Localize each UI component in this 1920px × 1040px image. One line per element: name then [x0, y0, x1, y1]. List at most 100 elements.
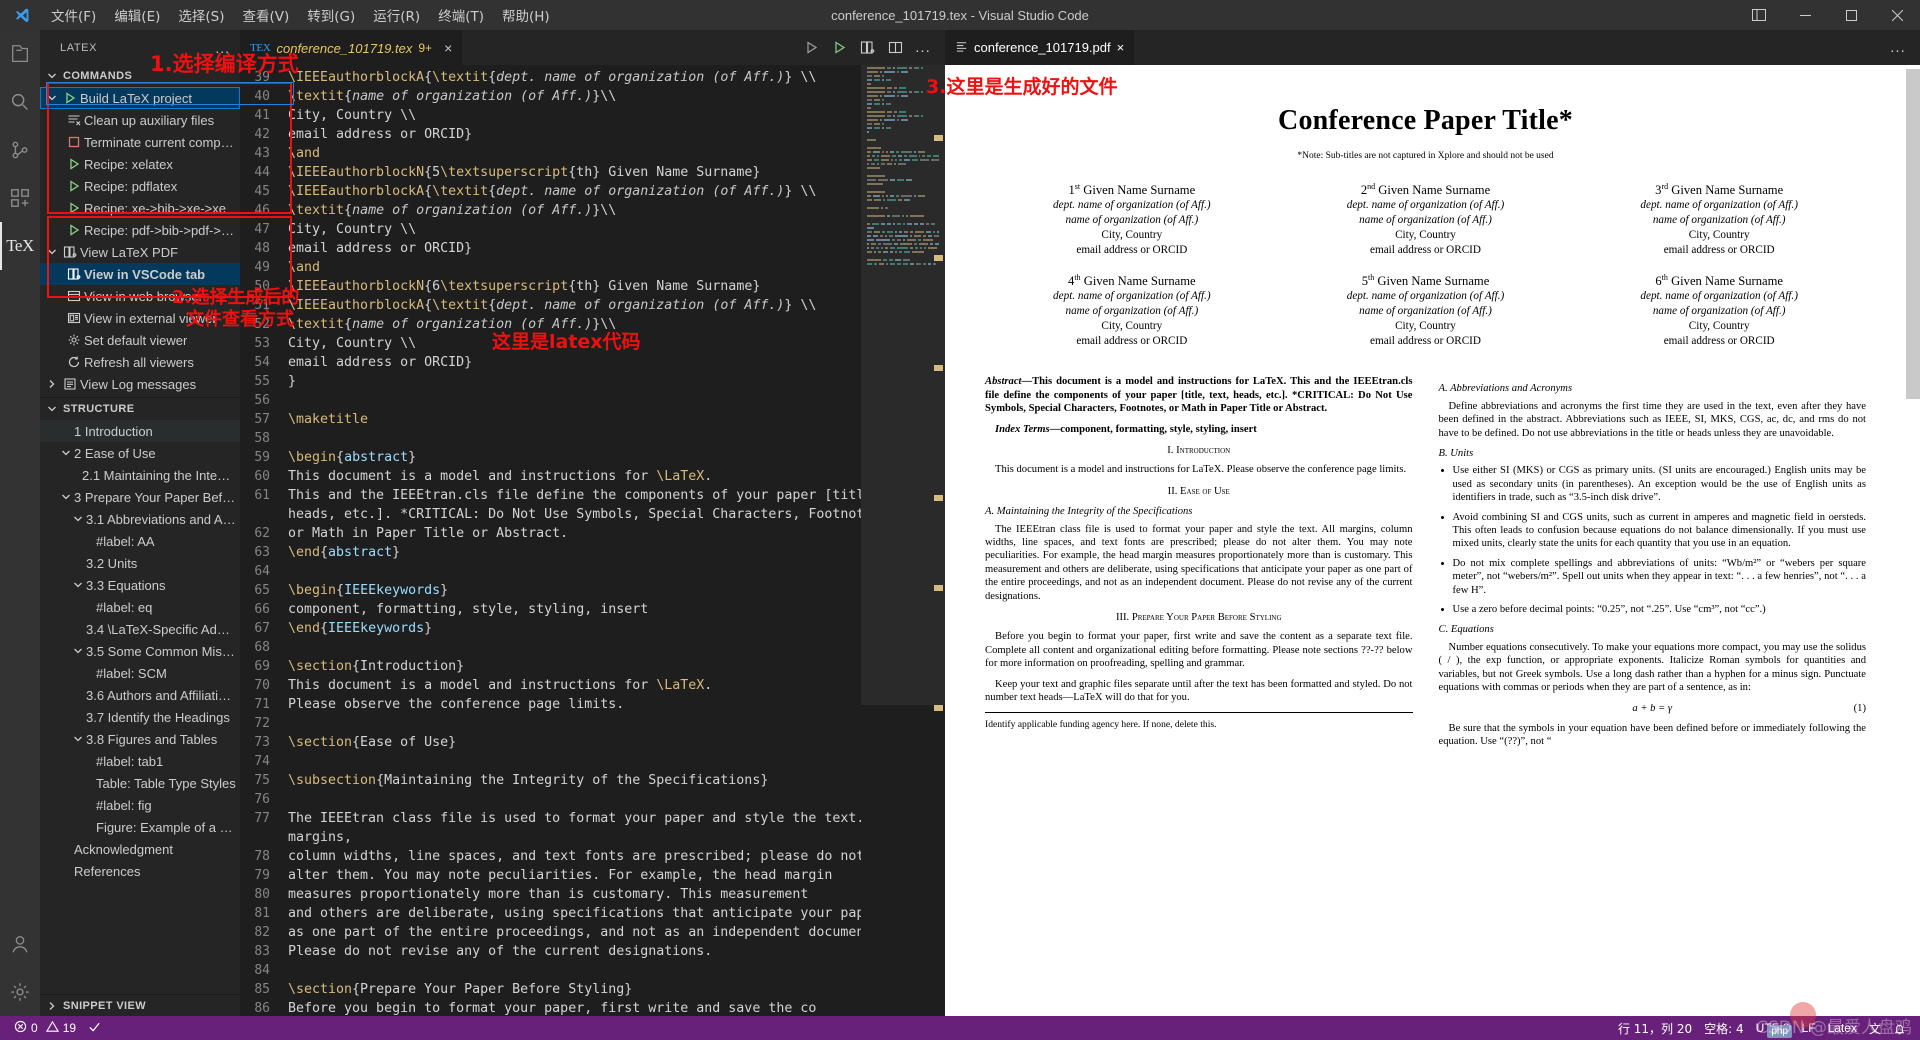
code-line[interactable]: 56	[240, 391, 861, 410]
code-text[interactable]: This document is a model and instruction…	[288, 676, 712, 695]
code-line[interactable]: 44\IEEEauthorblockN{5\textsuperscript{th…	[240, 163, 861, 182]
code-line[interactable]: 74	[240, 752, 861, 771]
command-recipe-pdflatex[interactable]: Recipe: pdflatex	[40, 175, 240, 197]
chevron-down-icon[interactable]	[70, 514, 86, 524]
code-text[interactable]: \textit{name of organization (of Aff.)}\…	[288, 87, 616, 106]
menu-file[interactable]: 文件(F)	[42, 1, 105, 29]
pdf-scrollbar[interactable]	[1906, 65, 1920, 1016]
extensions-icon[interactable]	[0, 174, 40, 222]
tab-conference-pdf[interactable]: conference_101719.pdf ×	[945, 30, 1134, 65]
command-clean-up-auxiliary-files[interactable]: Clean up auxiliary files	[40, 109, 240, 131]
code-text[interactable]: \subsection{Maintaining the Integrity of…	[288, 771, 768, 790]
command-view-in-web-browser[interactable]: View in web browser	[40, 285, 240, 307]
menu-go[interactable]: 转到(G)	[298, 1, 364, 29]
code-line[interactable]: 57\maketitle	[240, 410, 861, 429]
structure-item-prepare-your-paper[interactable]: 3 Prepare Your Paper Before Styli...	[40, 486, 240, 508]
menu-help[interactable]: 帮助(H)	[493, 1, 559, 29]
code-line[interactable]: 46\textit{name of organization (of Aff.)…	[240, 201, 861, 220]
command-refresh-all-viewers[interactable]: Refresh all viewers	[40, 351, 240, 373]
maximize-button[interactable]	[1828, 0, 1874, 30]
view-pdf-icon[interactable]	[853, 30, 881, 65]
activity-explorer[interactable]	[0, 30, 40, 78]
command-set-default-viewer[interactable]: Set default viewer	[40, 329, 240, 351]
code-line[interactable]: 63\end{abstract}	[240, 543, 861, 562]
code-text[interactable]: email address or ORCID}	[288, 239, 472, 258]
chevron-right-icon[interactable]	[44, 379, 60, 389]
code-line[interactable]: 41City, Country \\	[240, 106, 861, 125]
code-text[interactable]: City, Country \\	[288, 334, 416, 353]
structure-item-3-2[interactable]: 3.2 Units	[40, 552, 240, 574]
code-text[interactable]: }	[288, 372, 296, 391]
code-text[interactable]: \end{IEEEkeywords}	[288, 619, 432, 638]
structure-item-ease-of-use[interactable]: 2 Ease of Use	[40, 442, 240, 464]
pdf-page-viewport[interactable]: Conference Paper Title* *Note: Sub-title…	[945, 65, 1920, 1016]
code-line[interactable]: 68	[240, 638, 861, 657]
structure-item-table-type-styles[interactable]: Table: Table Type Styles	[40, 772, 240, 794]
code-line[interactable]: 49\and	[240, 258, 861, 277]
structure-item-label-scm[interactable]: #label: SCM	[40, 662, 240, 684]
structure-item-label-eq[interactable]: #label: eq	[40, 596, 240, 618]
snippet-view-header[interactable]: SNIPPET VIEW	[40, 995, 240, 1016]
command-recipe-xe-bib-xe-xe[interactable]: Recipe: xe->bib->xe->xe	[40, 197, 240, 219]
code-text[interactable]: \end{abstract}	[288, 543, 400, 562]
pdf-editor-actions[interactable]: ...	[1884, 30, 1920, 65]
code-text[interactable]: \and	[288, 144, 320, 163]
code-line[interactable]: 54email address or ORCID}	[240, 353, 861, 372]
code-text[interactable]: \section{Prepare Your Paper Before Styli…	[288, 980, 632, 999]
gear-icon[interactable]	[0, 968, 40, 1016]
minimap[interactable]	[861, 65, 945, 1016]
code-line[interactable]: 48email address or ORCID}	[240, 239, 861, 258]
minimize-button[interactable]	[1782, 0, 1828, 30]
structure-item-3-1[interactable]: 3.1 Abbreviations and Acronyms	[40, 508, 240, 530]
code-text[interactable]: component, formatting, style, styling, i…	[288, 600, 648, 619]
code-editor[interactable]: 39\IEEEauthorblockA{\textit{dept. name o…	[240, 65, 945, 1016]
ellipsis-icon[interactable]: ...	[1884, 30, 1912, 65]
code-text[interactable]: margins,	[288, 828, 352, 847]
code-line[interactable]: 65\begin{IEEEkeywords}	[240, 581, 861, 600]
window-controls[interactable]	[1736, 0, 1920, 30]
structure-pane-header[interactable]: STRUCTURE	[40, 398, 240, 420]
chevron-down-icon[interactable]	[70, 580, 86, 590]
menu-selection[interactable]: 选择(S)	[169, 1, 233, 29]
code-text[interactable]: \IEEEauthorblockA{\textit{dept. name of …	[288, 296, 816, 315]
code-line[interactable]: 72	[240, 714, 861, 733]
code-line[interactable]: 69\section{Introduction}	[240, 657, 861, 676]
code-line[interactable]: 47City, Country \\	[240, 220, 861, 239]
language-indicator[interactable]: 文	[1863, 1016, 1887, 1040]
play-green-icon[interactable]	[825, 30, 853, 65]
command-build-latex-project[interactable]: Build LaTeX project	[40, 87, 240, 109]
code-text[interactable]: email address or ORCID}	[288, 125, 472, 144]
code-line[interactable]: 84	[240, 961, 861, 980]
structure-item-label-tab1[interactable]: #label: tab1	[40, 750, 240, 772]
code-text[interactable]: or Math in Paper Title or Abstract.	[288, 524, 568, 543]
snippet-view-pane[interactable]: SNIPPET VIEW	[40, 994, 240, 1016]
menu-run[interactable]: 运行(R)	[364, 1, 429, 29]
code-line[interactable]: 82as one part of the entire proceedings,…	[240, 923, 861, 942]
indentation[interactable]: 空格: 4	[1698, 1016, 1750, 1040]
code-line[interactable]: 73\section{Ease of Use}	[240, 733, 861, 752]
code-line[interactable]: 53City, Country \\	[240, 334, 861, 353]
code-text[interactable]: alter them. You may note peculiarities. …	[288, 866, 832, 885]
language-mode[interactable]: Latex	[1822, 1016, 1863, 1040]
problems-status[interactable]: 0 19	[8, 1016, 82, 1040]
code-line[interactable]: 67\end{IEEEkeywords}	[240, 619, 861, 638]
code-text[interactable]: This and the IEEEtran.cls file define th…	[288, 486, 861, 505]
code-line[interactable]: 60This document is a model and instructi…	[240, 467, 861, 486]
command-recipe-pdf-bib-pdf-pdf[interactable]: Recipe: pdf->bib->pdf->pdf	[40, 219, 240, 241]
code-line[interactable]: 66component, formatting, style, styling,…	[240, 600, 861, 619]
code-line[interactable]: 83Please do not revise any of the curren…	[240, 942, 861, 961]
command-view-in-external-viewer[interactable]: View in external viewer	[40, 307, 240, 329]
split-editor-icon[interactable]	[881, 30, 909, 65]
menu-edit[interactable]: 编辑(E)	[105, 1, 169, 29]
customize-layout-icon[interactable]	[1736, 0, 1782, 30]
structure-item-3-3[interactable]: 3.3 Equations	[40, 574, 240, 596]
structure-item-label-fig[interactable]: #label: fig	[40, 794, 240, 816]
end-of-line[interactable]: LF	[1796, 1016, 1822, 1040]
code-text[interactable]: City, Country \\	[288, 220, 416, 239]
editor-actions[interactable]: ...	[797, 30, 945, 65]
structure-item-acknowledgment[interactable]: Acknowledgment	[40, 838, 240, 860]
structure-item-3-7[interactable]: 3.7 Identify the Headings	[40, 706, 240, 728]
code-wrapped-line[interactable]: heads, etc.]. *CRITICAL: Do Not Use Symb…	[240, 505, 861, 524]
code-text[interactable]: Please observe the conference page limit…	[288, 695, 624, 714]
code-line[interactable]: 70This document is a model and instructi…	[240, 676, 861, 695]
